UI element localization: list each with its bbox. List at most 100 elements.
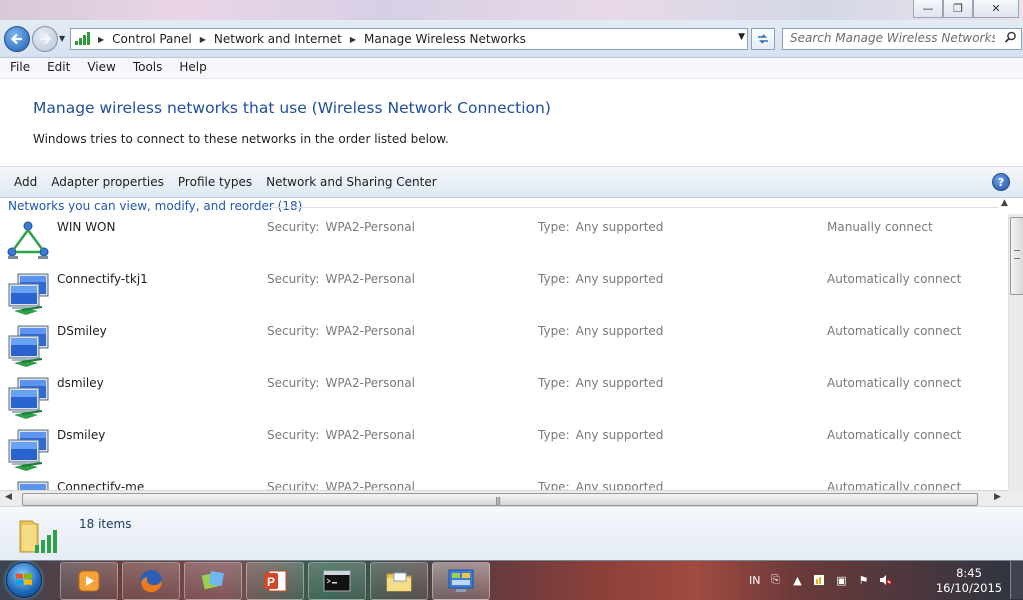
search-icon[interactable] [1004,31,1017,44]
computer-network-icon [4,426,52,474]
network-connect-mode: Automatically connect [827,324,962,338]
breadcrumb-manage-wireless-networks[interactable]: Manage Wireless Networks [364,32,526,46]
network-name: dsmiley [57,376,104,390]
breadcrumb-separator-icon[interactable]: ▶ [350,35,356,44]
action-center-flag-icon[interactable]: ⚑ [856,573,870,587]
network-security: Security: WPA2-Personal [267,428,415,442]
network-type: Type: Any supported [538,428,664,442]
network-name: DSmiley [57,324,107,338]
breadcrumb-control-panel[interactable]: Control Panel [112,32,192,46]
window-title-bar: — ❐ ✕ [0,0,1023,20]
show-desktop-button[interactable] [1010,561,1023,599]
windows-logo-icon [16,573,32,585]
system-tray: IN ⎘ ▲ ▣ ⚑ [745,561,896,599]
cmd-icon [323,570,351,592]
network-type: Type: Any supported [538,376,664,390]
network-row[interactable]: Connectify-tkj1 Security: WPA2-Personal T… [0,266,1008,318]
group-header[interactable]: Networks you can view, modify, and reord… [8,199,302,213]
volume-muted-icon[interactable] [878,573,892,587]
address-row: ▼ ▶ Control Panel ▶ Network and Internet… [0,20,1023,58]
taskbar-windows-live[interactable] [184,562,242,600]
show-hidden-icons[interactable]: ▲ [790,573,804,587]
recent-pages-dropdown[interactable]: ▼ [59,34,65,43]
refresh-icon [758,34,768,44]
keyboard-icon[interactable]: ⎘ [768,573,782,587]
menu-help[interactable]: Help [169,58,213,78]
item-count: 18 items [79,517,132,531]
start-button[interactable] [2,561,46,599]
media-player-icon [78,570,100,592]
vertical-scroll-thumb[interactable] [1010,217,1023,295]
network-type: Type: Any supported [538,324,664,338]
forward-button[interactable] [32,26,58,52]
breadcrumb-separator-icon[interactable]: ▶ [200,35,206,44]
language-indicator[interactable]: IN [749,573,760,587]
device-icon[interactable]: ▣ [834,573,848,587]
svg-text:P: P [267,575,275,589]
network-type: Type: Any supported [538,480,664,490]
back-button[interactable] [4,26,30,52]
clock-time: 8:45 [956,566,982,580]
adhoc-network-icon [4,218,52,266]
menu-file[interactable]: File [0,58,37,78]
arrow-right-icon [40,33,52,45]
computer-network-icon [4,270,52,318]
help-icon[interactable]: ? [992,173,1010,191]
scrollbar-corner [1008,490,1023,506]
network-connect-mode: Automatically connect [827,480,962,490]
network-security: Security: WPA2-Personal [267,376,415,390]
page-title: Manage wireless networks that use (Wirel… [33,99,551,117]
network-security: Security: WPA2-Personal [267,324,415,338]
horizontal-scroll-thumb[interactable]: ||| [22,493,978,506]
network-security: Security: WPA2-Personal [267,220,415,234]
scroll-left-icon[interactable]: ◀ [5,492,12,502]
network-row[interactable]: DSmiley Security: WPA2-Personal Type: Any … [0,318,1008,370]
network-sharing-center-button[interactable]: Network and Sharing Center [261,175,446,189]
menu-bar: File Edit View Tools Help [0,58,1023,79]
explorer-icon [386,572,412,592]
profile-types-button[interactable]: Profile types [173,175,261,189]
search-box[interactable] [782,28,1022,50]
menu-tools[interactable]: Tools [123,58,170,78]
menu-edit[interactable]: Edit [37,58,77,78]
network-name: Connectify-me [57,480,145,490]
taskbar-powerpoint[interactable]: P [246,562,304,600]
vertical-scrollbar[interactable] [1008,214,1023,490]
network-row[interactable]: WIN WON Security: WPA2-Personal Type: Any … [0,214,1008,266]
network-row[interactable]: Connectify-me Security: WPA2-Personal Typ… [0,474,1008,490]
windows-live-icon [201,571,224,590]
taskbar-control-panel[interactable] [432,562,490,600]
breadcrumb-separator-icon[interactable]: ▶ [98,35,104,44]
network-connect-mode: Automatically connect [827,272,962,286]
network-row[interactable]: Dsmiley Security: WPA2-Personal Type: Any … [0,422,1008,474]
menu-view[interactable]: View [77,58,122,78]
close-button[interactable]: ✕ [973,0,1019,18]
clock[interactable]: 8:45 16/10/2015 [930,566,1008,596]
network-name: Dsmiley [57,428,106,442]
network-name: WIN WON [57,220,116,234]
computer-network-icon [4,374,52,422]
taskbar-media-player[interactable] [60,562,118,600]
horizontal-scrollbar[interactable]: ◀ ||| ▶ [0,490,1008,507]
add-button[interactable]: Add [0,175,46,189]
address-dropdown-icon[interactable]: ▼ [738,32,745,42]
maximize-button[interactable]: ❐ [943,0,973,18]
minimize-button[interactable]: — [913,0,943,18]
arrow-left-icon [10,33,22,45]
taskbar-command-prompt[interactable] [308,562,366,600]
breadcrumb-network-and-internet[interactable]: Network and Internet [214,32,342,46]
group-collapse-icon[interactable]: ▲ [1001,198,1008,208]
address-bar[interactable]: ▶ Control Panel ▶ Network and Internet ▶… [70,28,748,50]
taskbar-explorer[interactable] [370,562,428,600]
adapter-properties-button[interactable]: Adapter properties [46,175,173,189]
network-list: WIN WON Security: WPA2-Personal Type: Any … [0,214,1008,490]
window-controls: — ❐ ✕ [913,0,1019,18]
refresh-button[interactable] [751,28,775,50]
network-row[interactable]: dsmiley Security: WPA2-Personal Type: Any … [0,370,1008,422]
network-status-icon[interactable] [812,573,826,587]
search-input[interactable] [783,29,995,47]
taskbar-firefox[interactable] [122,562,180,600]
network-security: Security: WPA2-Personal [267,480,415,490]
network-name: Connectify-tkj1 [57,272,148,286]
scroll-right-icon[interactable]: ▶ [994,492,1001,502]
